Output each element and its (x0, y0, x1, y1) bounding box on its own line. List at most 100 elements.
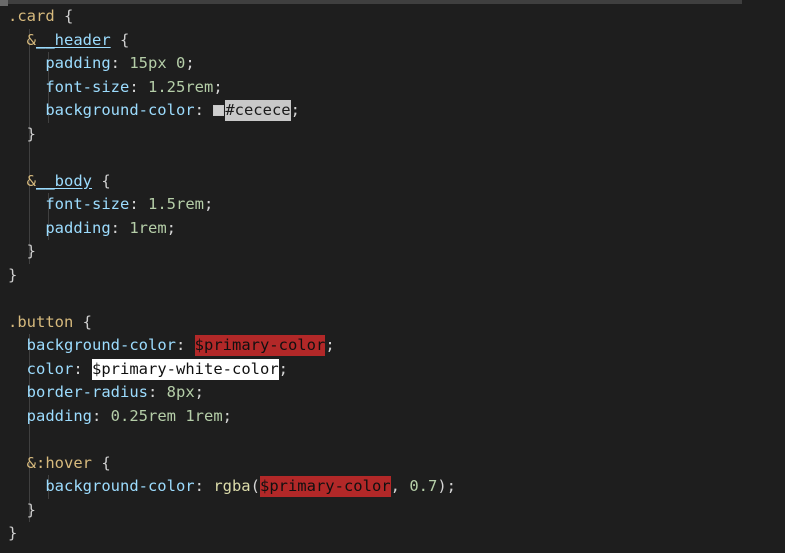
code-line[interactable]: } (0, 264, 785, 288)
code-line[interactable]: &__body { (0, 169, 785, 193)
code-line[interactable]: font-size: 1.5rem; (0, 193, 785, 217)
code-line-text: background-color: $primary-color; (0, 334, 335, 358)
code-line[interactable]: &:hover { (0, 451, 785, 475)
code-token: : (110, 54, 130, 72)
code-token: : (175, 336, 195, 354)
code-token: : (129, 77, 148, 96)
code-line[interactable]: padding: 1rem; (0, 216, 785, 241)
code-token: { (82, 312, 93, 331)
code-token: ; (185, 54, 195, 72)
code-line[interactable]: color: $primary-white-color; (0, 357, 785, 381)
code-line[interactable] (0, 428, 785, 452)
code-token: ; (222, 406, 233, 425)
code-line[interactable]: &__header { (0, 28, 785, 52)
code-line[interactable]: } (0, 498, 785, 523)
code-line[interactable]: } (0, 522, 785, 546)
code-line[interactable] (0, 146, 785, 170)
code-line-text: } (0, 264, 17, 288)
code-token: ( (250, 477, 260, 495)
code-token: : (194, 101, 214, 119)
code-line-text: } (0, 522, 17, 546)
code-token: font-size (45, 195, 130, 213)
code-line-text: .button { (0, 311, 92, 335)
code-line[interactable]: background-color: $primary-color; (0, 334, 785, 358)
code-token: ; (194, 383, 205, 401)
horizontal-scrollbar-thumb[interactable] (8, 0, 742, 4)
code-token: { (120, 30, 130, 49)
code-token: ; (446, 477, 456, 495)
highlighted-token[interactable]: $primary-white-color (92, 358, 279, 380)
code-token: 0.25rem (110, 406, 176, 425)
highlighted-token[interactable]: $primary-color (194, 335, 326, 356)
code-line[interactable]: } (0, 122, 785, 146)
indent-guide (29, 428, 30, 452)
code-line[interactable]: .button { (0, 311, 785, 335)
code-token: color (26, 359, 74, 378)
code-line-text: .card { (0, 5, 73, 29)
code-line[interactable]: background-color: rgba($primary-color, 0… (0, 475, 785, 499)
code-token: padding (45, 218, 111, 237)
code-editor[interactable]: .card { &__header { padding: 15px 0; fon… (0, 0, 785, 553)
code-line[interactable] (0, 287, 785, 311)
code-line-text: padding: 15px 0; (0, 52, 195, 76)
code-token: , (390, 477, 410, 495)
color-swatch-icon[interactable] (213, 105, 225, 116)
code-token: 8px (166, 383, 195, 401)
code-token: ; (278, 359, 288, 378)
code-token: } (26, 242, 37, 260)
code-token: :hover (36, 453, 93, 472)
code-token: ; (166, 218, 176, 237)
code-line[interactable]: border-radius: 8px; (0, 381, 785, 405)
code-token: border-radius (26, 383, 148, 401)
horizontal-scrollbar-track[interactable] (0, 0, 785, 6)
code-token: background-color (45, 101, 195, 119)
code-token: } (8, 524, 18, 542)
code-line[interactable]: padding: 15px 0; (0, 52, 785, 76)
code-token: __header (36, 30, 111, 49)
code-token: & (26, 171, 37, 190)
code-line[interactable]: background-color: #cecece; (0, 99, 785, 123)
code-token: 1rem (185, 406, 223, 425)
code-token: 1rem (129, 218, 167, 237)
code-token: : (92, 406, 111, 425)
code-token: 1.25rem (148, 77, 214, 96)
highlighted-token[interactable]: #cecece (225, 100, 291, 121)
code-line[interactable]: font-size: 1.25rem; (0, 75, 785, 99)
code-token: ) (437, 477, 447, 495)
code-token: ; (213, 77, 223, 96)
code-line[interactable]: padding: 0.25rem 1rem; (0, 404, 785, 429)
highlighted-token[interactable]: $primary-color (259, 476, 391, 497)
code-token: background-color (45, 477, 195, 495)
code-token: background-color (26, 336, 176, 354)
code-token: : (194, 477, 214, 495)
code-token: : (73, 359, 93, 378)
code-line-text: } (0, 499, 36, 523)
code-token: 0 (176, 54, 186, 72)
code-line[interactable]: } (0, 240, 785, 264)
code-line-text: border-radius: 8px; (0, 381, 204, 405)
code-line[interactable]: .card { (0, 5, 785, 29)
code-token: 0.7 (409, 477, 438, 495)
code-content[interactable]: .card { &__header { padding: 15px 0; fon… (0, 5, 785, 546)
code-line-text: padding: 0.25rem 1rem; (0, 405, 232, 429)
code-line-text: padding: 1rem; (0, 217, 176, 241)
